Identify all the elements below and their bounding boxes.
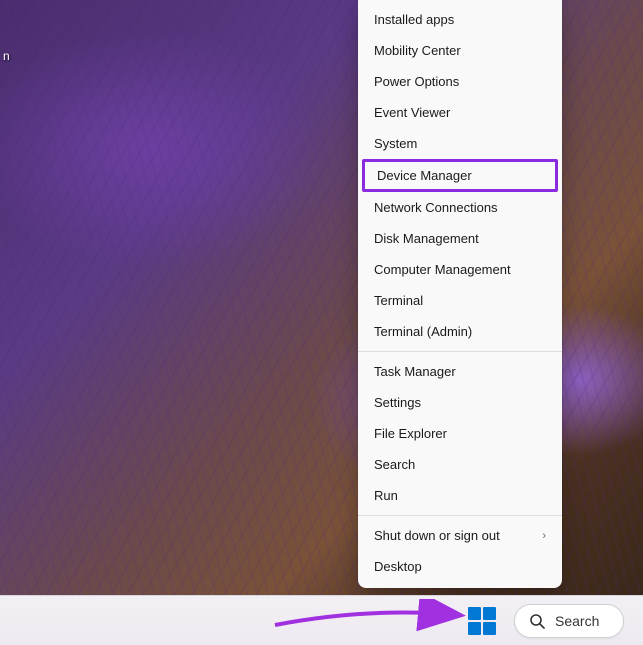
menu-item-settings[interactable]: Settings xyxy=(358,387,562,418)
taskbar: Search xyxy=(0,595,643,645)
menu-item-computer-management[interactable]: Computer Management xyxy=(358,254,562,285)
menu-item-terminal[interactable]: Terminal xyxy=(358,285,562,316)
search-label: Search xyxy=(555,613,599,629)
menu-item-desktop[interactable]: Desktop xyxy=(358,551,562,582)
menu-item-shutdown[interactable]: Shut down or sign out › xyxy=(358,520,562,551)
chevron-right-icon: › xyxy=(542,530,546,542)
menu-item-installed-apps[interactable]: Installed apps xyxy=(358,4,562,35)
menu-item-device-manager[interactable]: Device Manager xyxy=(362,159,558,192)
menu-item-mobility-center[interactable]: Mobility Center xyxy=(358,35,562,66)
menu-item-disk-management[interactable]: Disk Management xyxy=(358,223,562,254)
menu-divider xyxy=(358,515,562,516)
winx-context-menu: Installed apps Mobility Center Power Opt… xyxy=(358,0,562,588)
start-button[interactable] xyxy=(468,607,496,635)
windows-logo-icon xyxy=(468,607,481,620)
menu-item-run[interactable]: Run xyxy=(358,480,562,511)
menu-item-system[interactable]: System xyxy=(358,128,562,159)
arrow-annotation xyxy=(270,599,470,635)
taskbar-search[interactable]: Search xyxy=(514,604,624,638)
menu-divider xyxy=(358,351,562,352)
search-icon xyxy=(529,613,545,629)
menu-item-power-options[interactable]: Power Options xyxy=(358,66,562,97)
desktop-icon-label: n xyxy=(0,48,13,64)
menu-item-file-explorer[interactable]: File Explorer xyxy=(358,418,562,449)
menu-item-search[interactable]: Search xyxy=(358,449,562,480)
menu-item-task-manager[interactable]: Task Manager xyxy=(358,356,562,387)
menu-item-terminal-admin[interactable]: Terminal (Admin) xyxy=(358,316,562,347)
menu-item-network-connections[interactable]: Network Connections xyxy=(358,192,562,223)
menu-item-event-viewer[interactable]: Event Viewer xyxy=(358,97,562,128)
